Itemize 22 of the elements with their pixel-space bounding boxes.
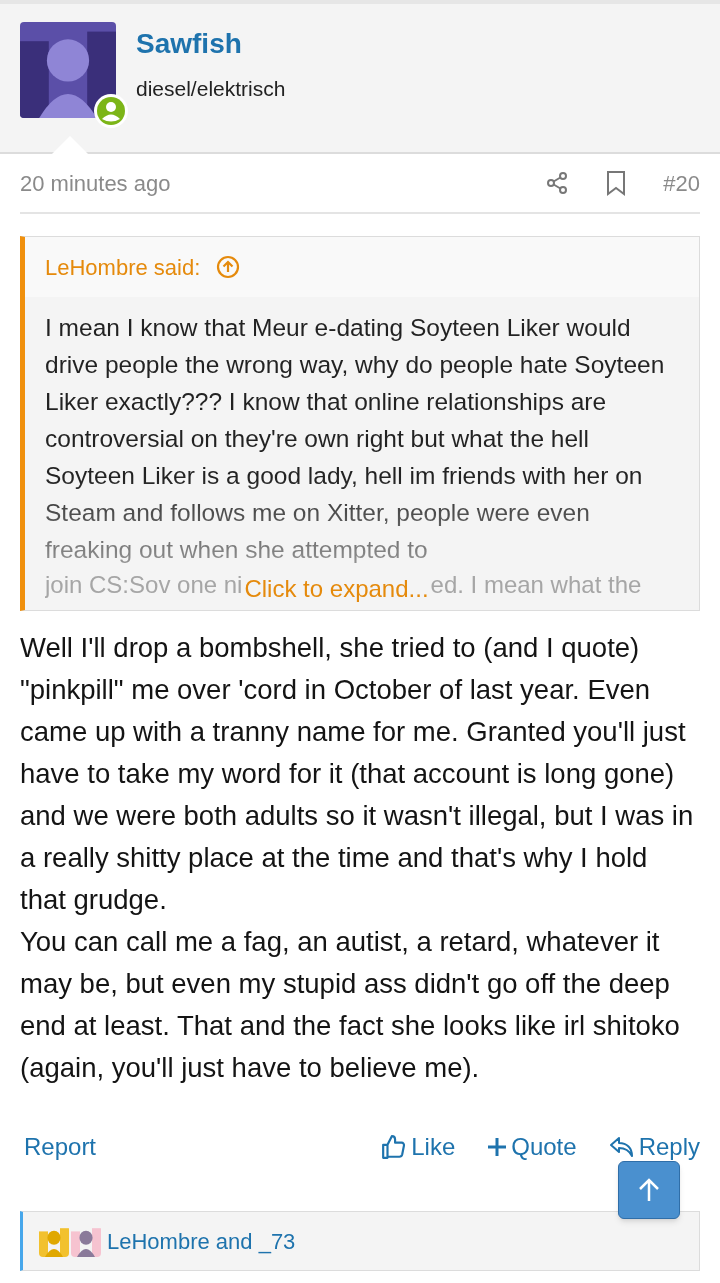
scroll-to-top-button[interactable] xyxy=(618,1161,680,1219)
reactions-link[interactable]: LeHombre and _73 xyxy=(107,1224,296,1258)
report-link[interactable]: Report xyxy=(20,1129,382,1165)
plus-icon xyxy=(487,1137,508,1157)
author-title: diesel/elektrisch xyxy=(136,76,286,102)
quote-button[interactable]: Quote xyxy=(487,1129,577,1165)
expand-link[interactable]: Click to expand... xyxy=(244,569,429,601)
like-button[interactable]: Like xyxy=(381,1129,456,1165)
quote-text-fragment: ed. I mean what the xyxy=(430,570,642,600)
reply-arrow-icon xyxy=(608,1135,635,1159)
post-text: You can call me a fag, an autist, a retard, whatever it may be, but even my stupid ass didn't go off the deep end at least. That and the fact she looks like irl shitoko (again, you'll just have to believe me). xyxy=(20,925,681,1085)
post-text: Well I'll drop a bombshell, she tried to (and I quote) "pinkpill" me over 'cord in October of last year. Even came up with a tranny name for me. Granted you'll just have to take my word for it (that account is long gone) and we were both adults so it wasn't illegal, but I was in a really shitty place at the time and that's why I hold that grudge. xyxy=(20,631,695,917)
post-number[interactable]: #20 xyxy=(663,166,700,200)
reply-button[interactable]: Reply xyxy=(608,1129,700,1165)
bookmark-icon[interactable] xyxy=(605,170,628,196)
arrow-up-circle-icon[interactable] xyxy=(216,255,241,279)
quote-author[interactable]: LeHombre said: xyxy=(45,250,201,284)
share-icon[interactable] xyxy=(545,171,570,195)
quote-text-fragment: join CS:Sov one ni xyxy=(45,570,243,600)
post-time[interactable]: 20 minutes ago xyxy=(20,166,546,200)
author-name[interactable]: Sawfish xyxy=(136,26,286,61)
thumbs-up-icon xyxy=(381,1134,408,1160)
